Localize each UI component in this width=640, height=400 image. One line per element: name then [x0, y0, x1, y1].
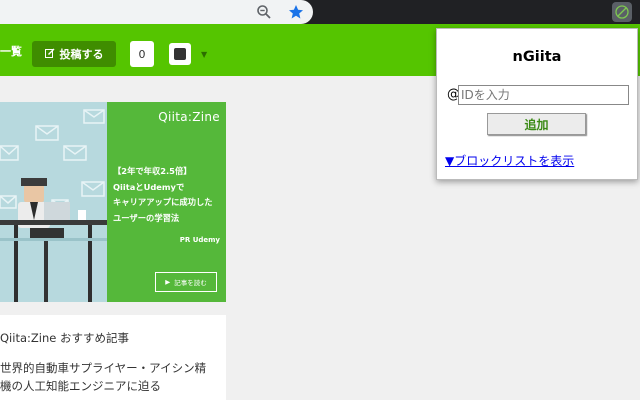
article-title-line: 世界的自動車サプライヤー・アイシン精	[0, 361, 207, 375]
ad-headline: 【2年で年収2.5倍】 QiitaとUdemyで キャリアアップに成功した ユー…	[113, 164, 225, 226]
chevron-down-icon[interactable]: ▼	[201, 50, 207, 59]
recommended-articles: Qiita:Zine おすすめ記事 世界的自動車サプライヤー・アイシン精 機の人…	[0, 315, 226, 400]
ngiita-extension-icon[interactable]	[612, 2, 632, 22]
ad-headline-line: ユーザーの学習法	[113, 212, 180, 223]
add-button[interactable]: 追加	[487, 113, 586, 135]
article-title-line: 機の人工知能エンジニアに迫る	[0, 379, 161, 393]
post-button-label: 投稿する	[59, 48, 104, 61]
read-article-label: 記事を読む	[174, 279, 207, 287]
play-icon: ▶	[165, 278, 171, 286]
avatar[interactable]	[169, 43, 191, 65]
section-title: Qiita:Zine おすすめ記事	[0, 331, 129, 345]
ad-text-panel: Qiita:Zine 【2年で年収2.5倍】 QiitaとUdemyで キャリア…	[107, 102, 226, 302]
show-block-list-link[interactable]: ▼ブロックリストを表示	[445, 152, 574, 169]
ad-headline-line: 【2年で年収2.5倍】	[113, 166, 192, 176]
notification-count[interactable]: 0	[130, 41, 154, 67]
id-input[interactable]	[458, 85, 629, 105]
pencil-icon	[44, 48, 55, 61]
ad-banner[interactable]: Qiita:Zine 【2年で年収2.5倍】 QiitaとUdemyで キャリア…	[0, 102, 226, 302]
ad-pr-label: PR Udemy	[179, 236, 220, 244]
article-link[interactable]: 世界的自動車サプライヤー・アイシン精 機の人工知能エンジニアに迫る	[0, 359, 220, 395]
ngiita-popup: nGiita @ 追加 ▼ブロックリストを表示	[436, 28, 638, 180]
ad-headline-line: QiitaとUdemyで	[113, 181, 185, 192]
star-icon[interactable]	[287, 3, 305, 21]
browser-toolbar	[0, 0, 640, 24]
post-button[interactable]: 投稿する	[32, 41, 116, 67]
ad-headline-line: キャリアアップに成功した	[113, 197, 213, 207]
nav-list-link[interactable]: 一覧	[0, 43, 22, 59]
ad-illustration	[0, 102, 107, 302]
address-bar[interactable]	[0, 0, 313, 24]
qiita-zine-logo: Qiita:Zine	[158, 110, 220, 124]
read-article-button[interactable]: ▶ 記事を読む	[155, 272, 217, 292]
popup-title: nGiita	[512, 49, 562, 65]
zoom-out-icon[interactable]	[255, 3, 273, 21]
